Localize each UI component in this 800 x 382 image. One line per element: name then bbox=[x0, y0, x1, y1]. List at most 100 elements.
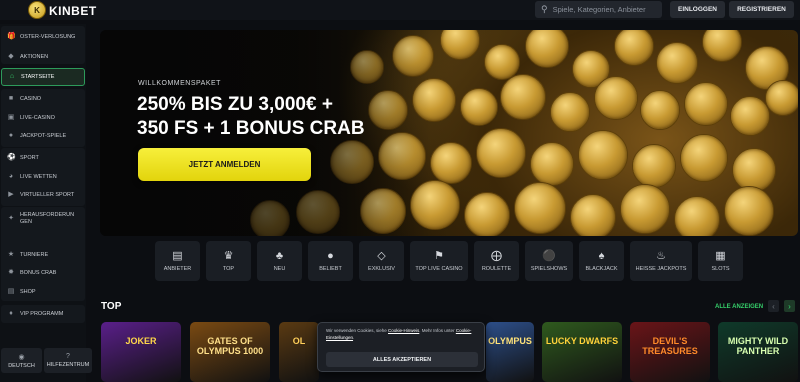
category-label: BELIEBT bbox=[319, 266, 342, 272]
sidebar-item-label: Live Wetten bbox=[20, 174, 57, 180]
shop-icon: ▤ bbox=[7, 288, 15, 295]
game-tile-lucky-dwarfs[interactable]: LUCKY DWARFS bbox=[542, 322, 622, 382]
category-spielshows[interactable]: ⚫ SPIELSHOWS bbox=[525, 241, 573, 281]
help-center-button[interactable]: ? HILFEZENTRUM bbox=[44, 348, 92, 373]
sidebar-item-label: VIP Programm bbox=[20, 311, 64, 317]
clover-icon: ♣ bbox=[275, 250, 284, 262]
category-neu[interactable]: ♣ NEU bbox=[257, 241, 302, 281]
sidebar-item-herausforderungen[interactable]: ✦ Herausforderungen bbox=[1, 208, 85, 230]
hero-kicker: WILLKOMMENSPAKET bbox=[138, 80, 221, 87]
sidebar: 🎁 Oster-Verlosung ◆ Aktionen ⌂ Startseit… bbox=[0, 24, 92, 382]
sidebar-item-virtueller-sport[interactable]: ▶ Virtueller Sport bbox=[1, 187, 85, 203]
language-button[interactable]: ◉ DEUTSCH bbox=[1, 348, 42, 373]
game-title: OLYMPUS bbox=[488, 336, 532, 346]
category-blackjack[interactable]: ♠ BLACKJACK bbox=[579, 241, 624, 281]
cookie-notice-link[interactable]: Cookie-Hinweis bbox=[388, 328, 419, 333]
chevron-left-icon: ‹ bbox=[772, 301, 775, 311]
language-label: DEUTSCH bbox=[8, 362, 35, 369]
challenge-icon: ✦ bbox=[8, 215, 14, 222]
scroll-right-button[interactable]: › bbox=[784, 300, 795, 312]
tag-icon: ◆ bbox=[8, 53, 14, 60]
flag-icon: ⚑ bbox=[434, 250, 444, 262]
vip-icon: ♦ bbox=[9, 310, 13, 317]
sidebar-item-startseite[interactable]: ⌂ Startseite bbox=[1, 68, 85, 86]
roulette-icon: ⨁ bbox=[491, 250, 502, 262]
sidebar-item-label: Startseite bbox=[21, 74, 55, 80]
sidebar-item-label: Herausforderungen bbox=[20, 212, 75, 225]
sidebar-item-label: Live-Casino bbox=[20, 115, 55, 121]
sidebar-item-casino[interactable]: ■ Casino bbox=[1, 91, 85, 107]
sidebar-item-bonus-crab[interactable]: ✸ Bonus Crab bbox=[1, 265, 85, 281]
sidebar-item-live-wetten[interactable]: ◕ Live Wetten bbox=[1, 169, 85, 185]
brand-name[interactable]: KINBET bbox=[49, 4, 97, 18]
live-casino-icon: ▣ bbox=[7, 114, 15, 121]
login-button[interactable]: EINLOGGEN bbox=[670, 1, 725, 18]
category-roulette[interactable]: ⨁ ROULETTE bbox=[474, 241, 519, 281]
cookie-text: Wir verwenden Cookies, siehe Cookie-Hinw… bbox=[326, 328, 472, 340]
game-title: LUCKY DWARFS bbox=[545, 336, 619, 346]
game-tile-devils-treasures[interactable]: DEVIL'S TREASURES bbox=[630, 322, 710, 382]
diamond-icon: ◇ bbox=[377, 250, 386, 262]
hero-title-line-2: 350 FS + 1 BONUS CRAB bbox=[137, 118, 365, 139]
category-label: EXKLUSIV bbox=[368, 266, 395, 272]
sidebar-item-shop[interactable]: ▤ Shop bbox=[1, 284, 85, 300]
sidebar-item-label: Shop bbox=[20, 289, 36, 295]
logo-icon[interactable]: K bbox=[28, 1, 46, 19]
slot-icon: ▦ bbox=[715, 250, 726, 262]
virtual-sport-icon: ▶ bbox=[8, 191, 14, 198]
register-button[interactable]: REGISTRIEREN bbox=[729, 1, 794, 18]
signup-cta-button[interactable]: JETZT ANMELDEN bbox=[138, 148, 311, 181]
category-label: SPIELSHOWS bbox=[530, 266, 568, 272]
crab-icon: ✸ bbox=[8, 269, 14, 276]
sidebar-item-label: Bonus Crab bbox=[20, 270, 57, 276]
sidebar-item-jackpot-spiele[interactable]: ● Jackpot-Spiele bbox=[1, 128, 85, 144]
hero-title: 250% BIS ZU 3,000€ + 350 FS + 1 BONUS CR… bbox=[137, 93, 417, 141]
trophy-icon: ★ bbox=[7, 251, 15, 258]
sidebar-item-live-casino[interactable]: ▣ Live-Casino bbox=[1, 110, 85, 126]
chevron-right-icon: › bbox=[788, 301, 791, 311]
category-beliebt[interactable]: ● BELIEBT bbox=[308, 241, 353, 281]
crown-icon: ♛ bbox=[223, 250, 234, 262]
sidebar-item-label: Sport bbox=[20, 155, 39, 161]
game-tile-joker[interactable]: JOKER bbox=[101, 322, 181, 382]
category-label: TOP LIVE CASINO bbox=[415, 266, 463, 272]
category-label: HEISSE JACKPOTS bbox=[635, 266, 687, 272]
show-all-link[interactable]: ALLE ANZEIGEN bbox=[715, 304, 763, 310]
sidebar-item-aktionen[interactable]: ◆ Aktionen bbox=[1, 51, 85, 63]
game-tile-olympus[interactable]: OLYMPUS bbox=[486, 322, 534, 382]
category-heisse-jackpots[interactable]: ♨ HEISSE JACKPOTS bbox=[630, 241, 692, 281]
microphone-icon: ⚫ bbox=[542, 250, 556, 262]
sidebar-item-vip-programm[interactable]: ♦ VIP Programm bbox=[1, 306, 85, 322]
fire-icon: ♨ bbox=[656, 250, 666, 262]
category-label: BLACKJACK bbox=[585, 266, 618, 272]
game-tile-mighty-wild-panther[interactable]: MIGHTY WILD PANTHER bbox=[718, 322, 798, 382]
sidebar-item-label: Aktionen bbox=[20, 54, 49, 60]
home-icon: ⌂ bbox=[9, 73, 15, 80]
sidebar-item-label: Virtueller Sport bbox=[20, 192, 75, 198]
category-top-live-casino[interactable]: ⚑ TOP LIVE CASINO bbox=[410, 241, 468, 281]
accept-all-cookies-button[interactable]: ALLES AKZEPTIEREN bbox=[326, 352, 478, 367]
search-input[interactable] bbox=[552, 5, 658, 14]
category-exklusiv[interactable]: ◇ EXKLUSIV bbox=[359, 241, 404, 281]
sidebar-item-label: Casino bbox=[20, 96, 42, 102]
category-slots[interactable]: ▦ SLOTS bbox=[698, 241, 743, 281]
search-box[interactable]: ⚲ bbox=[535, 1, 662, 18]
gift-icon: 🎁 bbox=[7, 33, 16, 40]
book-icon: ▤ bbox=[172, 250, 183, 262]
game-title: DEVIL'S TREASURES bbox=[642, 336, 698, 356]
game-tile-gates-of-olympus[interactable]: GATES OF OLYMPUS 1000 bbox=[190, 322, 270, 382]
sidebar-item-oster-verlosung[interactable]: 🎁 Oster-Verlosung bbox=[1, 28, 85, 46]
hero-title-line-1: 250% BIS ZU 3,000€ + bbox=[137, 94, 333, 115]
category-anbieter[interactable]: ▤ ANBIETER bbox=[155, 241, 200, 281]
category-label: SLOTS bbox=[711, 266, 730, 272]
section-title-top: TOP bbox=[101, 301, 122, 312]
game-tile-3[interactable]: OL bbox=[279, 322, 319, 382]
help-label: HILFEZENTRUM bbox=[46, 362, 90, 368]
scroll-left-button[interactable]: ‹ bbox=[768, 300, 779, 312]
sidebar-item-label: Turniere bbox=[20, 252, 49, 258]
sidebar-item-sport[interactable]: ⚽ Sport bbox=[1, 150, 85, 166]
category-top[interactable]: ♛ TOP bbox=[206, 241, 251, 281]
sidebar-item-label: Jackpot-Spiele bbox=[20, 133, 67, 139]
sidebar-item-turniere[interactable]: ★ Turniere bbox=[1, 247, 85, 263]
game-title: GATES OF OLYMPUS 1000 bbox=[196, 336, 264, 356]
